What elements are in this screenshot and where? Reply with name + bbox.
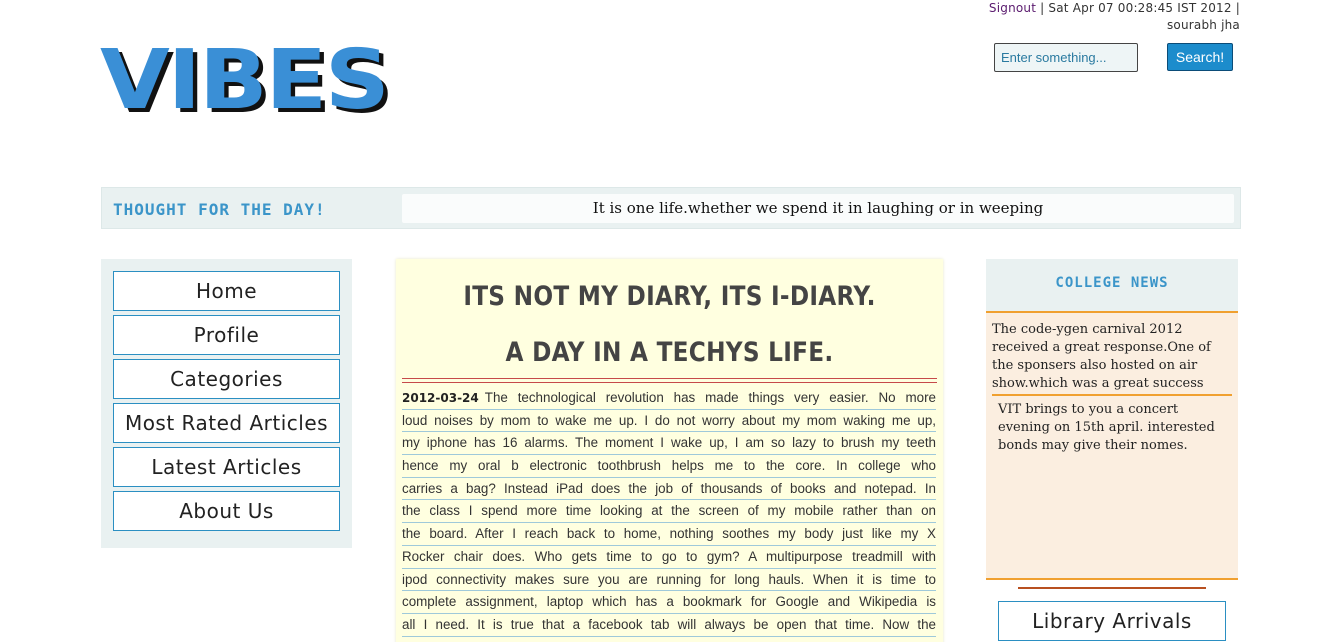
search-button[interactable]: Search! <box>1167 43 1233 71</box>
nav-most-rated-articles[interactable]: Most Rated Articles <box>113 403 340 443</box>
current-datetime: Sat Apr 07 00:28:45 IST 2012 <box>1048 1 1232 15</box>
nav-latest-articles[interactable]: Latest Articles <box>113 447 340 487</box>
nav-categories[interactable]: Categories <box>113 359 340 399</box>
article-card: ITS NOT MY DIARY, ITS I-DIARY. A DAY IN … <box>396 259 943 642</box>
article-line: the class I spend more time looking at t… <box>402 500 936 524</box>
article-line: the board. After I reach back to home, n… <box>402 523 936 546</box>
article-date: 2012-03-24 <box>402 391 479 405</box>
article-line: loud noises by mom to wake me up. I do n… <box>402 410 936 433</box>
college-news-heading: COLLEGE NEWS <box>986 259 1238 313</box>
username: sourabh jha <box>1166 18 1240 32</box>
site-logo[interactable]: VIBES <box>100 40 390 122</box>
divider <box>1018 587 1206 589</box>
separator: | <box>1235 1 1240 15</box>
nav-profile[interactable]: Profile <box>113 315 340 355</box>
article-title[interactable]: ITS NOT MY DIARY, ITS I-DIARY. A DAY IN … <box>451 269 887 381</box>
college-news-panel: COLLEGE NEWS The code-ygen carnival 2012… <box>986 259 1238 580</box>
article-line: 2012-03-24 The technological revolution h… <box>402 387 936 410</box>
library-arrivals-button[interactable]: Library Arrivals <box>998 601 1226 641</box>
article-line: Rocker chair does. Who gets time to go t… <box>402 546 936 569</box>
article-line: my iphone has 16 alarms. The moment I wa… <box>402 432 936 456</box>
signout-link[interactable]: Signout <box>989 1 1036 15</box>
article-body: 2012-03-24 The technological revolution h… <box>402 387 936 637</box>
user-status-bar: Signout | Sat Apr 07 00:28:45 IST 2012 |… <box>989 0 1240 34</box>
news-item: The code-ygen carnival 2012 received a g… <box>992 321 1232 396</box>
article-line: carries a bag? Instead iPad does the job… <box>402 478 936 501</box>
sidebar-nav: Home Profile Categories Most Rated Artic… <box>101 259 352 548</box>
separator: | <box>1040 1 1045 15</box>
article-text: The technological revolution has made th… <box>484 390 936 405</box>
article-line: ipod connectivity makes sure you are run… <box>402 569 936 592</box>
divider <box>402 382 937 383</box>
divider <box>986 578 1238 580</box>
article-line: hence my oral b electronic toothbrush he… <box>402 455 936 478</box>
thought-label: THOUGHT FOR THE DAY! <box>113 200 326 219</box>
article-line: complete assignment, laptop which has a … <box>402 591 936 614</box>
thought-text: It is one life.whether we spend it in la… <box>402 194 1234 223</box>
nav-home[interactable]: Home <box>113 271 340 311</box>
search-input[interactable] <box>994 43 1138 72</box>
nav-about-us[interactable]: About Us <box>113 491 340 531</box>
article-line: all I need. It is true that a facebook t… <box>402 614 936 637</box>
divider <box>402 378 937 379</box>
thought-of-the-day-bar: THOUGHT FOR THE DAY! It is one life.whet… <box>101 187 1241 229</box>
news-item: VIT brings to you a concert evening on 1… <box>998 402 1215 453</box>
